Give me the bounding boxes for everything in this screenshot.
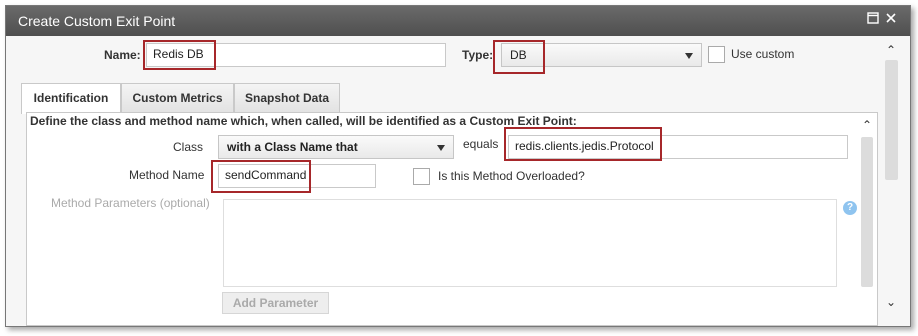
add-parameter-button[interactable]: Add Parameter [222,292,329,314]
use-custom-checkbox[interactable] [708,46,725,63]
tab-identification[interactable]: Identification [21,83,121,114]
method-name-input[interactable]: sendCommand [218,164,376,188]
identification-description: Define the class and method name which, … [30,114,577,128]
close-icon[interactable] [882,11,900,29]
scroll-down-icon[interactable]: ⌄ [882,294,900,310]
dialog-title: Create Custom Exit Point [18,13,176,29]
dialog-scrollbar[interactable]: ⌃ ⌄ [882,42,902,314]
dialog-scroll-thumb[interactable] [885,60,898,180]
panel-scroll-thumb[interactable] [861,137,873,287]
help-icon[interactable]: ? [843,201,857,215]
overloaded-label: Is this Method Overloaded? [438,169,585,183]
tab-snapshot-data[interactable]: Snapshot Data [234,83,340,113]
class-name-input[interactable]: redis.clients.jedis.Protocol [508,135,848,159]
chevron-down-icon [437,145,445,151]
chevron-down-icon [685,53,693,59]
type-label: Type: [462,48,494,62]
dialog-titlebar[interactable]: Create Custom Exit Point [6,6,910,36]
class-label: Class [173,140,204,154]
type-select[interactable]: DB [501,43,702,67]
create-custom-exit-point-dialog: Create Custom Exit Point Name: Redis DB … [5,5,911,327]
name-label: Name: [104,48,141,62]
panel-scrollbar[interactable]: ⌃ [858,117,876,317]
class-match-value: with a Class Name that [227,140,358,154]
name-input[interactable]: Redis DB [146,43,446,67]
class-match-select[interactable]: with a Class Name that [218,135,454,159]
method-params-label: Method Parameters (optional) [51,196,210,210]
method-name-label: Method Name [129,168,205,182]
use-custom-label: Use custom [731,47,795,61]
type-select-value: DB [510,48,527,62]
restore-icon[interactable] [864,11,882,29]
tab-custom-metrics[interactable]: Custom Metrics [121,83,234,113]
method-params-list [223,199,837,287]
panel-scroll-up-icon[interactable]: ⌃ [858,117,876,133]
scroll-up-icon[interactable]: ⌃ [882,42,900,58]
equals-label: equals [463,137,499,151]
overloaded-checkbox[interactable] [413,168,430,185]
